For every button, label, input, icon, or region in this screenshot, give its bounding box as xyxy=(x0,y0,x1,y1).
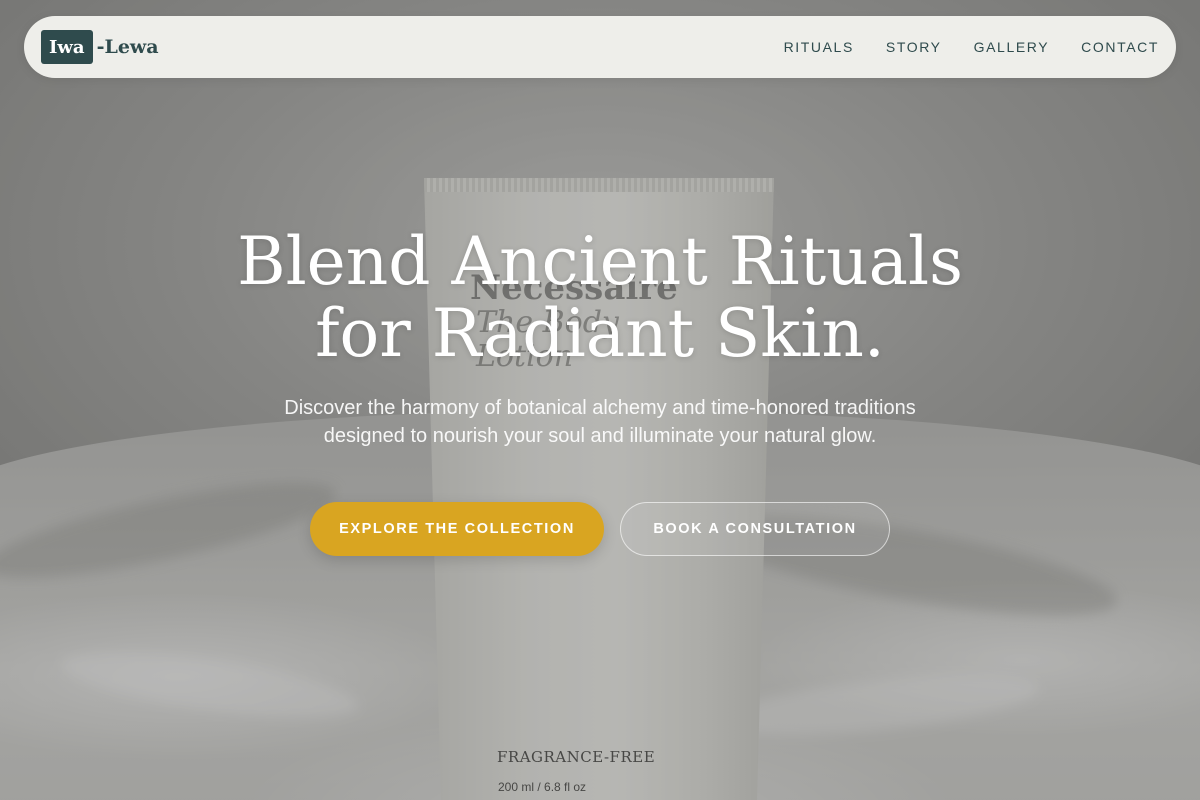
logo-mark: Iwa xyxy=(41,30,93,64)
navbar: Iwa -Lewa RITUALS STORY GALLERY CONTACT xyxy=(24,16,1176,78)
logo-link[interactable]: Iwa -Lewa xyxy=(41,30,159,64)
headline-line-2: for Radiant Skin. xyxy=(315,295,885,372)
nav-link-gallery[interactable]: GALLERY xyxy=(974,39,1050,55)
hero-subtitle: Discover the harmony of botanical alchem… xyxy=(284,397,916,447)
nav-link-contact[interactable]: CONTACT xyxy=(1081,39,1159,55)
hero-content: Blend Ancient Rituals for Radiant Skin. … xyxy=(0,226,1200,556)
headline-line-1: Blend Ancient Rituals xyxy=(237,223,963,300)
book-consultation-button[interactable]: BOOK A CONSULTATION xyxy=(620,502,890,556)
cta-row: EXPLORE THE COLLECTION BOOK A CONSULTATI… xyxy=(0,502,1200,556)
explore-collection-button[interactable]: EXPLORE THE COLLECTION xyxy=(310,502,604,556)
hero-headline: Blend Ancient Rituals for Radiant Skin. xyxy=(220,226,980,370)
nav-link-rituals[interactable]: RITUALS xyxy=(784,39,854,55)
nav-links: RITUALS STORY GALLERY CONTACT xyxy=(784,39,1159,55)
logo-wordmark: -Lewa xyxy=(96,36,159,58)
nav-link-story[interactable]: STORY xyxy=(886,39,942,55)
